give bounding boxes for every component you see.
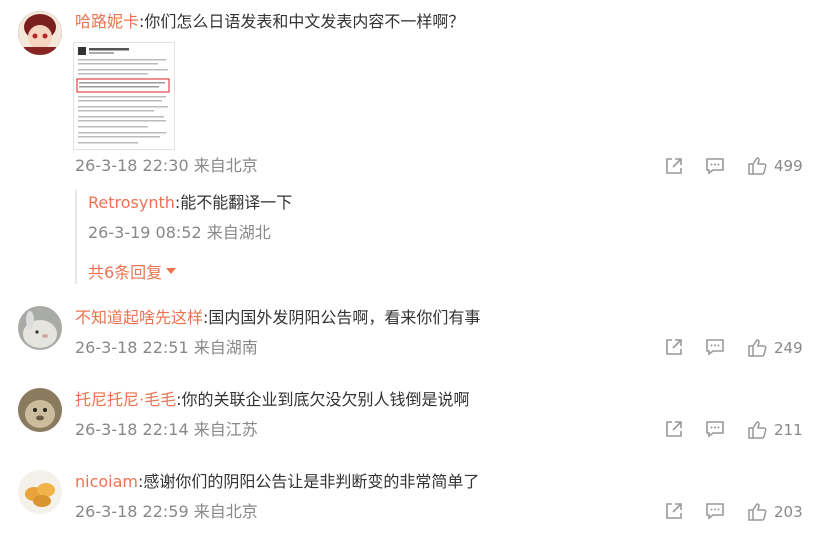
- comment-text: 国内国外发阴阳公告啊，看来你们有事: [208, 308, 481, 327]
- comment-button[interactable]: [704, 500, 726, 522]
- share-icon: [666, 158, 682, 174]
- like-count: 499: [774, 157, 803, 175]
- comment-meta: 26-3-18 22:14 来自江苏: [75, 420, 258, 439]
- thumbs-up-icon: [748, 157, 767, 175]
- view-more-replies-link[interactable]: 共6条回复: [88, 259, 177, 283]
- thumbs-up-icon: [748, 503, 767, 521]
- comment-image-thumbnail[interactable]: [73, 42, 175, 150]
- thumbs-up-icon: [748, 421, 767, 439]
- comment-meta: 26-3-18 22:59 来自北京: [75, 502, 258, 521]
- like-button[interactable]: 499: [746, 155, 803, 177]
- avatar[interactable]: [18, 11, 62, 55]
- share-icon: [666, 421, 682, 437]
- comment-button[interactable]: [704, 336, 726, 358]
- like-count: 211: [774, 421, 803, 439]
- reply-line: Retrosynth:能不能翻译一下: [88, 192, 292, 214]
- share-button[interactable]: [663, 418, 685, 440]
- share-button[interactable]: [663, 500, 685, 522]
- comment-meta: 26-3-18 22:30 来自北京: [75, 156, 258, 175]
- more-replies-label: 共6条回复: [88, 263, 163, 282]
- comment-username[interactable]: nicoiam: [75, 472, 138, 491]
- like-count: 249: [774, 339, 803, 357]
- comment-username[interactable]: 托尼托尼·毛毛: [75, 390, 176, 409]
- comment-meta: 26-3-18 22:51 来自湖南: [75, 338, 258, 357]
- reply-text: 能不能翻译一下: [180, 193, 293, 212]
- comment-text: 你的关联企业到底欠没欠别人钱倒是说啊: [181, 390, 470, 409]
- comment-line: nicoiam:感谢你们的阴阳公告让是非判断变的非常简单了: [75, 471, 479, 493]
- comment-username[interactable]: 哈路妮卡: [75, 12, 139, 31]
- thumbs-up-icon: [748, 339, 767, 357]
- comment-button[interactable]: [704, 418, 726, 440]
- comment-username[interactable]: 不知道起啥先这样: [75, 308, 203, 327]
- comment-line: 托尼托尼·毛毛:你的关联企业到底欠没欠别人钱倒是说啊: [75, 389, 470, 411]
- caret-down-icon: [166, 268, 177, 274]
- avatar[interactable]: [18, 306, 62, 350]
- comment-icon: [706, 158, 724, 175]
- like-button[interactable]: 203: [746, 501, 803, 523]
- comment-text: 感谢你们的阴阳公告让是非判断变的非常简单了: [143, 472, 480, 491]
- share-button[interactable]: [663, 155, 685, 177]
- like-button[interactable]: 249: [746, 337, 803, 359]
- share-button[interactable]: [663, 336, 685, 358]
- comment-icon: [706, 421, 724, 438]
- comment-line: 不知道起啥先这样:国内国外发阴阳公告啊，看来你们有事: [75, 307, 480, 329]
- avatar[interactable]: [18, 470, 62, 514]
- reply-username[interactable]: Retrosynth: [88, 193, 175, 212]
- avatar[interactable]: [18, 388, 62, 432]
- comment-icon: [706, 339, 724, 356]
- comment-icon: [706, 503, 724, 520]
- share-icon: [666, 339, 682, 355]
- comment-line: 哈路妮卡:你们怎么日语发表和中文发表内容不一样啊？: [75, 11, 464, 33]
- reply-divider: [75, 190, 77, 284]
- like-button[interactable]: 211: [746, 419, 803, 441]
- comment-text: 你们怎么日语发表和中文发表内容不一样啊？: [144, 12, 465, 31]
- reply-meta: 26-3-19 08:52 来自湖北: [88, 223, 271, 242]
- like-count: 203: [774, 503, 803, 521]
- comment-button[interactable]: [704, 155, 726, 177]
- share-icon: [666, 503, 682, 519]
